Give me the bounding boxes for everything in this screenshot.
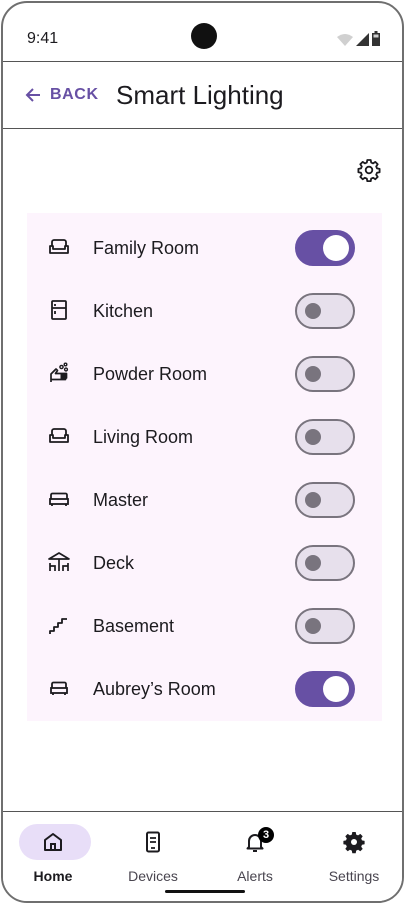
room-label: Living Room: [93, 427, 194, 447]
phone-frame: 9:41 BACK Smart Lighting Family Room Kit…: [1, 1, 404, 903]
room-toggle[interactable]: [295, 356, 355, 392]
room-label: Deck: [93, 553, 135, 573]
room-toggle[interactable]: [295, 608, 355, 644]
nav-alerts[interactable]: 3 Alerts: [205, 812, 305, 901]
sofa-icon: [49, 239, 69, 254]
page-title: Smart Lighting: [116, 80, 284, 110]
system-icons: [337, 31, 380, 46]
nav-settings[interactable]: Settings: [304, 812, 402, 901]
home-icon: [44, 833, 62, 851]
status-time: 9:41: [27, 30, 59, 47]
deck-icon: [48, 552, 70, 571]
nav-label: Devices: [128, 868, 178, 884]
soap-hand-icon: [50, 362, 69, 382]
wifi-icon: [337, 34, 353, 46]
room-row: Deck: [27, 530, 382, 593]
room-label: Kitchen: [93, 301, 154, 321]
room-label: Aubrey’s Room: [93, 679, 216, 699]
room-row: Living Room: [27, 404, 382, 467]
app-bar: BACK Smart Lighting: [3, 61, 402, 129]
nav-label: Settings: [328, 868, 380, 884]
bed-icon: [50, 681, 68, 695]
gear-icon: [343, 832, 365, 854]
room-row: Aubrey’s Room: [27, 656, 382, 719]
sofa-icon: [49, 428, 69, 443]
room-label: Basement: [93, 616, 175, 636]
room-label: Powder Room: [93, 364, 208, 384]
nav-label: Home: [33, 868, 73, 884]
room-toggle[interactable]: [295, 671, 355, 707]
fridge-icon: [51, 300, 67, 320]
toggle-knob: [305, 555, 321, 571]
nav-devices[interactable]: Devices: [103, 812, 203, 901]
toggle-knob: [305, 492, 321, 508]
room-row: Family Room: [27, 215, 382, 278]
battery-icon: [372, 31, 380, 46]
room-toggle[interactable]: [295, 230, 355, 266]
rooms-card: Family Room Kitchen Powder Room Living R…: [27, 213, 382, 721]
back-label: BACK: [50, 86, 99, 103]
room-row: Kitchen: [27, 278, 382, 341]
toggle-knob: [305, 303, 321, 319]
stairs-icon: [49, 618, 67, 634]
bottom-nav: Home Devices 3 Alerts Settings: [3, 811, 402, 901]
nav-label: Alerts: [237, 868, 273, 884]
arrow-left-icon: [25, 88, 40, 102]
room-toggle[interactable]: [295, 419, 355, 455]
room-row: Powder Room: [27, 341, 382, 404]
back-button[interactable]: BACK: [25, 86, 99, 104]
room-label: Family Room: [93, 238, 200, 258]
room-toggle[interactable]: [295, 482, 355, 518]
camera-cutout: [191, 23, 217, 49]
room-toggle[interactable]: [295, 293, 355, 329]
room-toggle[interactable]: [295, 545, 355, 581]
signal-icon: [356, 33, 369, 46]
alerts-badge: 3: [258, 827, 274, 843]
toggle-knob: [305, 618, 321, 634]
home-indicator: [165, 890, 245, 893]
nav-home[interactable]: Home: [3, 812, 103, 901]
room-row: Master: [27, 467, 382, 530]
toggle-knob: [305, 429, 321, 445]
settings-gear-icon[interactable]: [357, 158, 381, 182]
toggle-knob: [323, 676, 349, 702]
bed-icon: [49, 492, 69, 506]
room-row: Basement: [27, 593, 382, 656]
room-label: Master: [93, 490, 149, 510]
toggle-knob: [305, 366, 321, 382]
toggle-knob: [323, 235, 349, 261]
status-bar: 9:41: [3, 3, 402, 61]
tablet-icon: [146, 831, 160, 853]
